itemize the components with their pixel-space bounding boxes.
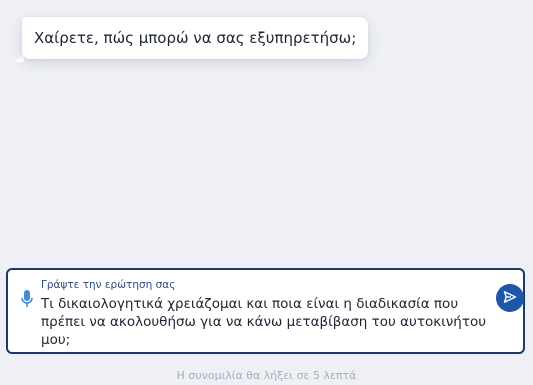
question-composer[interactable]: Γράψτε την ερώτηση σας Τι δικαιολογητικά… [6,268,525,354]
chat-history: Χαίρετε, πώς μπορώ να σας εξυπηρετήσω; [0,0,533,268]
session-expiry-note: Η συνομιλία θα λήξει σε 5 λεπτά [176,369,357,382]
microphone-icon[interactable] [21,289,33,309]
question-field-label: Γράψτε την ερώτηση σας [41,279,176,291]
send-button[interactable] [496,284,524,312]
bot-message-bubble: Χαίρετε, πώς μπορώ να σας εξυπηρετήσω; [22,17,369,59]
send-icon [503,289,517,308]
bot-message-text: Χαίρετε, πώς μπορώ να σας εξυπηρετήσω; [34,29,357,47]
question-input[interactable]: Τι δικαιολογητικά χρειάζομαι και ποια εί… [41,295,489,349]
